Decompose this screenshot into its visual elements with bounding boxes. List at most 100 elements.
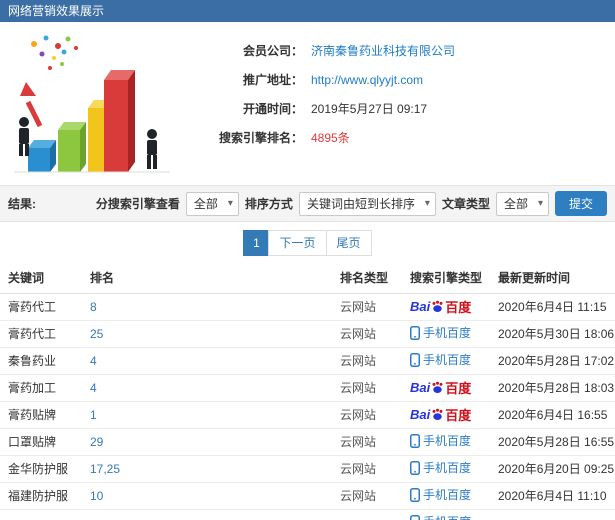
table-row: 金华防护服 17,25 云网站 手机百度 2020年6月20日 09:25 xyxy=(0,455,615,483)
cell-keyword: 膏药代工 xyxy=(0,293,82,321)
article-type-label: 文章类型 xyxy=(441,197,490,211)
baidu-logo: Bai 百度 xyxy=(410,378,471,397)
cell-keyword: 秦鲁药业 xyxy=(0,347,82,375)
cell-rank-type: 云网站 xyxy=(332,293,402,321)
baidu-logo: Bai 百度 xyxy=(410,405,471,424)
result-label: 结果: xyxy=(8,197,36,211)
baidu-logo-text: Bai xyxy=(410,407,431,422)
page-title: 网络营销效果展示 xyxy=(8,4,105,18)
rank-link[interactable]: 17,25 xyxy=(90,462,120,476)
cell-time: 2020年6月20日 09:25 xyxy=(490,455,615,483)
header-keyword: 关键词 xyxy=(0,263,82,294)
company-name-link[interactable]: 济南秦鲁药业科技有限公司 xyxy=(311,42,455,59)
cell-engine: Bai 百度 xyxy=(402,293,490,321)
cell-engine: 手机百度 xyxy=(402,509,490,520)
submit-button[interactable]: 提交 xyxy=(554,191,607,216)
next-page-button[interactable]: 下一页 xyxy=(268,229,327,256)
cell-engine: 手机百度 xyxy=(402,482,490,510)
table-header-row: 关键词 排名 排名类型 搜索引擎类型 最新更新时间 xyxy=(0,263,615,294)
cell-engine: 手机百度 xyxy=(402,320,490,348)
rank-count-value: 4895条 xyxy=(311,131,350,145)
bar-chart-clipart-icon xyxy=(14,35,170,173)
company-label: 会员公司： xyxy=(242,44,303,58)
baidu-paw-icon xyxy=(432,300,443,312)
info-row-open-time: 开通时间： 2019年5月27日 09:17 xyxy=(185,94,615,123)
rank-link[interactable]: 1 xyxy=(90,408,97,422)
cell-time: 2020年5月30日 18:06 xyxy=(490,320,615,348)
cell-rank: 8 xyxy=(82,293,332,321)
rank-link[interactable]: 29 xyxy=(90,435,103,449)
rank-link[interactable]: 10 xyxy=(90,489,103,503)
last-page-button[interactable]: 尾页 xyxy=(325,229,372,256)
company-info: 会员公司： 济南秦鲁药业科技有限公司 推广地址： http://www.qlyy… xyxy=(185,22,615,185)
mobile-baidu-badge: 手机百度 xyxy=(410,513,471,520)
mobile-baidu-label: 手机百度 xyxy=(423,434,472,449)
rank-link[interactable]: 4 xyxy=(90,354,97,368)
sort-filter-select[interactable]: 关键词由短到长排序 xyxy=(298,191,436,216)
promo-url-link[interactable]: http://www.qlyyjt.com xyxy=(311,73,423,87)
mobile-phone-icon xyxy=(410,325,420,340)
info-row-company: 会员公司： 济南秦鲁药业科技有限公司 xyxy=(185,36,615,65)
table-row: 膏药贴牌 1 云网站 Bai 百度 2020年6月4日 16:55 xyxy=(0,401,615,429)
rank-count-label: 搜索引擎排名： xyxy=(218,131,303,145)
cell-keyword: 膏药代工 xyxy=(0,320,82,348)
table-row: 手机百度 xyxy=(0,509,615,520)
cell-engine: Bai 百度 xyxy=(402,401,490,429)
cell-rank xyxy=(82,509,332,520)
sort-filter-label: 排序方式 xyxy=(244,197,293,211)
filter-bar: 结果: 分搜索引擎查看 全部 排序方式 关键词由短到长排序 文章类型 全部 提交 xyxy=(0,185,615,222)
chart-illustration xyxy=(0,22,185,185)
baidu-paw-icon xyxy=(432,381,443,393)
rank-link[interactable]: 8 xyxy=(90,300,97,314)
header-update-time: 最新更新时间 xyxy=(490,263,615,294)
mobile-phone-icon xyxy=(410,352,420,367)
filter-group: 分搜索引擎查看 全部 排序方式 关键词由短到长排序 文章类型 全部 提交 xyxy=(96,191,607,216)
cell-rank: 29 xyxy=(82,428,332,456)
baidu-logo-text: Bai xyxy=(410,299,431,314)
cell-rank-type: 云网站 xyxy=(332,455,402,483)
info-row-rank-count: 搜索引擎排名： 4895条 xyxy=(185,123,615,152)
cell-keyword xyxy=(0,509,82,520)
mobile-baidu-label: 手机百度 xyxy=(423,353,472,368)
mobile-baidu-badge: 手机百度 xyxy=(410,324,471,341)
pagination: 1 下一页 尾页 xyxy=(0,222,615,263)
baidu-paw-icon xyxy=(432,408,443,420)
engine-filter-select[interactable]: 全部 xyxy=(185,191,239,216)
cell-keyword: 膏药加工 xyxy=(0,374,82,402)
baidu-logo-text: Bai xyxy=(410,380,431,395)
cell-rank: 17,25 xyxy=(82,455,332,483)
mobile-phone-icon xyxy=(410,514,420,520)
mobile-phone-icon xyxy=(410,460,420,475)
mobile-baidu-label: 手机百度 xyxy=(423,513,471,520)
cell-keyword: 金华防护服 xyxy=(0,455,82,483)
table-row: 膏药代工 25 云网站 手机百度 2020年5月30日 18:06 xyxy=(0,320,615,348)
header-rank-type: 排名类型 xyxy=(332,263,402,294)
mobile-baidu-badge: 手机百度 xyxy=(410,351,471,368)
cell-rank-type: 云网站 xyxy=(332,347,402,375)
rank-link[interactable]: 4 xyxy=(90,381,97,395)
rank-link[interactable]: 25 xyxy=(90,327,103,341)
table-row: 福建防护服 10 云网站 手机百度 2020年6月4日 11:10 xyxy=(0,482,615,510)
cell-rank-type: 云网站 xyxy=(332,482,402,510)
baidu-logo-cn-text: 百度 xyxy=(445,300,472,315)
cell-rank: 4 xyxy=(82,347,332,375)
info-section: 会员公司： 济南秦鲁药业科技有限公司 推广地址： http://www.qlyy… xyxy=(0,22,615,185)
table-row: 口罩贴牌 29 云网站 手机百度 2020年5月28日 16:55 xyxy=(0,428,615,456)
cell-keyword: 膏药贴牌 xyxy=(0,401,82,429)
mobile-baidu-badge: 手机百度 xyxy=(410,459,471,476)
cell-time: 2020年6月4日 11:10 xyxy=(490,482,615,510)
page-1-button[interactable]: 1 xyxy=(243,229,270,256)
cell-keyword: 口罩贴牌 xyxy=(0,428,82,456)
article-type-select[interactable]: 全部 xyxy=(495,191,549,216)
table-row: 膏药加工 4 云网站 Bai 百度 2020年5月28日 18:03 xyxy=(0,374,615,402)
cell-rank: 25 xyxy=(82,320,332,348)
info-row-url: 推广地址： http://www.qlyyjt.com xyxy=(185,65,615,94)
mobile-baidu-badge: 手机百度 xyxy=(410,486,471,503)
header-rank: 排名 xyxy=(82,263,332,294)
baidu-logo: Bai 百度 xyxy=(410,297,471,316)
cell-engine: 手机百度 xyxy=(402,347,490,375)
baidu-logo-cn-text: 百度 xyxy=(445,381,472,396)
table-body: 膏药代工 8 云网站 Bai 百度 2020年6月4日 11:15 膏药代工 2… xyxy=(0,293,615,520)
cell-rank-type: 云网站 xyxy=(332,374,402,402)
cell-rank: 10 xyxy=(82,482,332,510)
